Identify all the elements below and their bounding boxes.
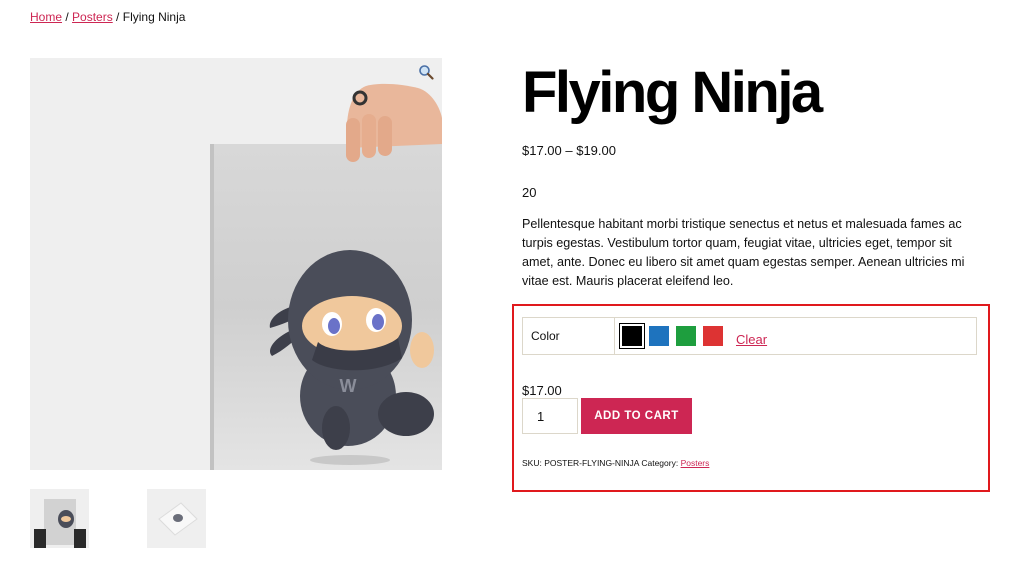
product-main-image[interactable]: W [30,58,442,470]
variations-table: Color Clear [522,317,977,355]
variation-price: $17.00 [522,383,562,398]
swatch-black[interactable] [619,323,645,349]
product-title: Flying Ninja [522,60,823,125]
color-swatches: Clear [615,318,767,354]
breadcrumb-category-link[interactable]: Posters [72,10,113,24]
magnifier-icon[interactable] [418,64,434,80]
breadcrumb-separator: / [112,10,123,24]
swatch-red[interactable] [703,326,723,346]
breadcrumb-separator: / [62,10,73,24]
breadcrumb: Home / Posters / Flying Ninja [30,10,185,24]
thumbnail-image [147,489,206,548]
thumbnail-image [30,489,89,548]
swatch-blue[interactable] [649,326,669,346]
add-to-cart-button[interactable]: ADD TO CART [581,398,692,434]
quantity-input[interactable] [522,398,578,434]
category-link[interactable]: Posters [681,458,710,468]
product-thumbnail[interactable] [30,489,89,548]
breadcrumb-current: Flying Ninja [122,10,186,24]
category-label: Category: [638,458,681,468]
product-thumbnail[interactable] [147,489,206,548]
product-stock-value: 20 [522,185,537,200]
sku-value: POSTER-FLYING-NINJA [544,458,639,468]
product-price-range: $17.00 – $19.00 [522,143,616,158]
product-meta: SKU: POSTER-FLYING-NINJA Category: Poste… [522,458,709,468]
color-label: Color [523,318,615,354]
product-description: Pellentesque habitant morbi tristique se… [522,217,965,288]
svg-text:W: W [340,376,357,396]
poster-image: W [30,58,442,470]
swatch-green[interactable] [676,326,696,346]
sku-label: SKU: [522,458,545,468]
breadcrumb-home-link[interactable]: Home [30,10,62,24]
clear-variation-link[interactable]: Clear [736,332,767,347]
